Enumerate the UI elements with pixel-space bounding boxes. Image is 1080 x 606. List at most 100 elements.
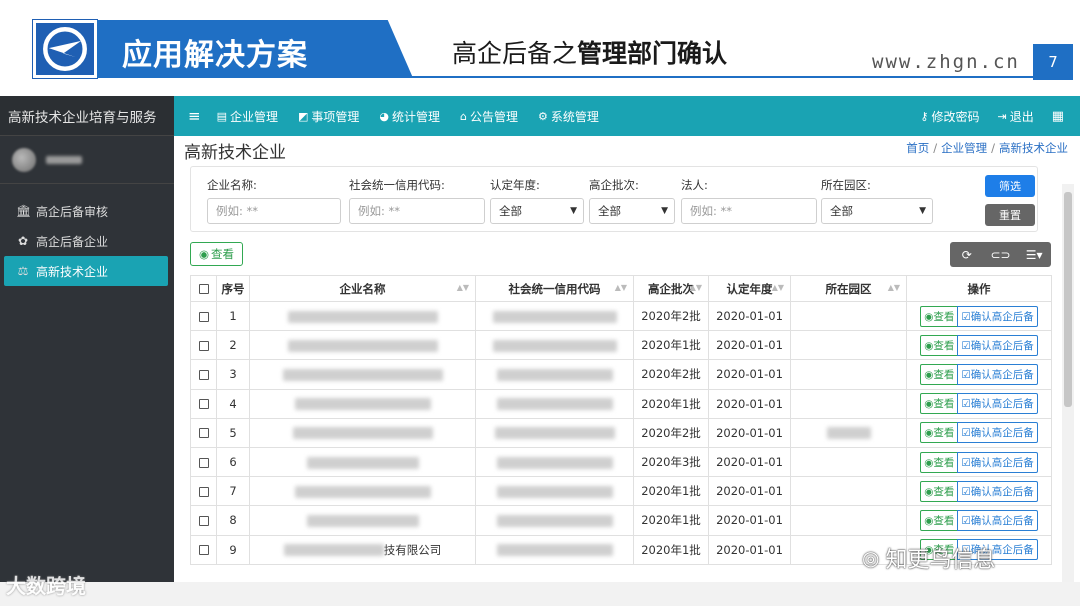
row-select-cell bbox=[190, 476, 217, 507]
col-header-park[interactable]: 所在园区 ▲▼ bbox=[790, 275, 907, 302]
actions-cell: ◉查看 ☑确认高企后备 bbox=[906, 476, 1052, 507]
year-select[interactable]: 全部 ▼ bbox=[490, 198, 584, 224]
legal-person-input[interactable]: 例如: ** bbox=[681, 198, 817, 224]
table-row[interactable]: 2 2020年1批 2020-01-01 ◉查看 ☑确认高企后备 bbox=[190, 330, 1052, 361]
nav-company-management[interactable]: ▤ 企业管理 bbox=[217, 108, 278, 125]
row-view-button[interactable]: ◉查看 bbox=[920, 305, 959, 327]
table-row[interactable]: 3 2020年2批 2020-01-01 ◉查看 ☑确认高企后备 bbox=[190, 359, 1052, 390]
credit-code-blurred bbox=[496, 514, 613, 527]
company-name-input[interactable]: 例如: ** bbox=[207, 198, 341, 224]
nav-matter-management[interactable]: ◩ 事项管理 bbox=[298, 108, 359, 125]
row-confirm-label: 确认高企后备 bbox=[970, 456, 1034, 469]
sidebar-item-backup-review[interactable]: 🏛 高企后备审核 bbox=[0, 196, 174, 226]
row-view-button[interactable]: ◉查看 bbox=[920, 363, 959, 385]
slide-url: www.zhgn.cn bbox=[872, 51, 1020, 73]
row-confirm-button[interactable]: ☑确认高企后备 bbox=[957, 480, 1038, 502]
row-checkbox[interactable] bbox=[198, 369, 209, 380]
company-name-cell bbox=[249, 417, 476, 448]
table-row[interactable]: 6 2020年3批 2020-01-01 ◉查看 ☑确认高企后备 bbox=[190, 446, 1052, 478]
nav-label: 修改密码 bbox=[931, 109, 980, 124]
col-header-actions: 操作 bbox=[906, 275, 1052, 302]
col-header-credit-code[interactable]: 社会统一信用代码 ▲▼ bbox=[475, 275, 634, 302]
table-row[interactable]: 8 2020年1批 2020-01-01 ◉查看 ☑确认高企后备 bbox=[190, 505, 1052, 536]
select-all-checkbox[interactable] bbox=[198, 284, 209, 294]
row-view-button[interactable]: ◉查看 bbox=[920, 393, 959, 415]
row-confirm-button[interactable]: ☑确认高企后备 bbox=[957, 305, 1038, 327]
row-view-label: 查看 bbox=[933, 368, 955, 381]
row-checkbox[interactable] bbox=[198, 428, 209, 439]
row-confirm-button[interactable]: ☑确认高企后备 bbox=[957, 393, 1038, 415]
table-row[interactable]: 4 2020年1批 2020-01-01 ◉查看 ☑确认高企后备 bbox=[190, 388, 1052, 419]
row-confirm-button[interactable]: ☑确认高企后备 bbox=[957, 422, 1038, 444]
col-header-label: 企业名称 bbox=[339, 281, 386, 296]
col-header-year[interactable]: 认定年度 ▲▼ bbox=[708, 275, 791, 302]
breadcrumb-company-management[interactable]: 企业管理 bbox=[941, 141, 987, 155]
row-confirm-button[interactable]: ☑确认高企后备 bbox=[957, 363, 1038, 385]
batch-cell: 2020年2批 bbox=[633, 300, 709, 332]
columns-dropdown-icon[interactable]: ☰▾ bbox=[1017, 248, 1051, 262]
year-cell: 2020-01-01 bbox=[708, 300, 791, 332]
watermark-right: ◎ 知更鸟信息 bbox=[862, 542, 995, 574]
toggle-icon[interactable]: ⊂⊃ bbox=[984, 248, 1018, 262]
change-password-link[interactable]: ⚷ 修改密码 bbox=[920, 108, 979, 125]
nav-label: 公告管理 bbox=[470, 109, 519, 124]
menu-toggle-icon[interactable]: ≡ bbox=[188, 107, 201, 125]
batch-select[interactable]: 全部 ▼ bbox=[589, 198, 675, 224]
reset-button[interactable]: 重置 bbox=[985, 204, 1035, 226]
row-checkbox[interactable] bbox=[198, 399, 209, 410]
logout-link[interactable]: ⇥ 退出 bbox=[997, 108, 1033, 125]
row-view-button[interactable]: ◉查看 bbox=[920, 451, 959, 473]
credit-code-cell bbox=[475, 359, 634, 390]
col-header-company-name[interactable]: 企业名称 ▲▼ bbox=[249, 275, 476, 302]
bank-icon: 🏛 bbox=[16, 204, 32, 218]
breadcrumb-home[interactable]: 首页 bbox=[906, 141, 929, 155]
scrollbar-thumb[interactable] bbox=[1064, 192, 1072, 407]
col-header-no[interactable]: 序号 bbox=[216, 275, 250, 302]
credit-code-cell bbox=[475, 534, 634, 565]
row-checkbox[interactable] bbox=[198, 545, 209, 556]
row-checkbox[interactable] bbox=[198, 457, 209, 468]
table-row[interactable]: 7 2020年1批 2020-01-01 ◉查看 ☑确认高企后备 bbox=[190, 476, 1052, 507]
row-checkbox[interactable] bbox=[198, 311, 209, 322]
row-view-button[interactable]: ◉查看 bbox=[920, 509, 959, 531]
view-button[interactable]: ◉ 查看 bbox=[190, 242, 243, 266]
row-view-button[interactable]: ◉查看 bbox=[920, 422, 959, 444]
refresh-icon[interactable]: ⟳ bbox=[950, 248, 984, 262]
row-confirm-button[interactable]: ☑确认高企后备 bbox=[957, 509, 1038, 531]
filter-panel: 企业名称: 例如: ** 社会统一信用代码: 例如: ** 认定年度: 全部 ▼… bbox=[190, 166, 1038, 232]
row-confirm-label: 确认高企后备 bbox=[970, 339, 1034, 352]
park-select[interactable]: 全部 ▼ bbox=[821, 198, 933, 224]
bird-logo-icon bbox=[43, 27, 87, 71]
nav-right: ⚷ 修改密码 ⇥ 退出 ▦ bbox=[920, 108, 1080, 125]
table-row[interactable]: 5 2020年2批 2020-01-01 ◉查看 ☑确认高企后备 bbox=[190, 417, 1052, 448]
chevron-down-icon: ▼ bbox=[661, 206, 668, 216]
nav-system-management[interactable]: ⚙ 系统管理 bbox=[538, 108, 599, 125]
nav-notice-management[interactable]: ⌂ 公告管理 bbox=[460, 108, 518, 125]
row-view-button[interactable]: ◉查看 bbox=[920, 480, 959, 502]
credit-code-blurred bbox=[496, 456, 613, 469]
nav-stats-management[interactable]: ◕ 统计管理 bbox=[379, 108, 440, 125]
row-confirm-button[interactable]: ☑确认高企后备 bbox=[957, 334, 1038, 356]
credit-code-input[interactable]: 例如: ** bbox=[349, 198, 485, 224]
balance-scale-icon: ⚖ bbox=[17, 264, 29, 278]
wechat-icon: ◎ bbox=[862, 546, 880, 570]
row-checkbox[interactable] bbox=[198, 340, 209, 351]
sidebar-item-backup-companies[interactable]: ✿ 高企后备企业 bbox=[0, 226, 174, 256]
row-checkbox[interactable] bbox=[198, 515, 209, 526]
col-header-batch[interactable]: 高企批次 ▲▼ bbox=[633, 275, 709, 302]
slide-title: 应用解决方案 bbox=[122, 38, 308, 73]
row-checkbox[interactable] bbox=[198, 486, 209, 497]
eye-icon: ◉ bbox=[924, 310, 934, 323]
company-name-blurred bbox=[287, 339, 438, 352]
sidebar-item-hightech-companies[interactable]: ⚖ 高新技术企业 bbox=[4, 256, 168, 286]
col-header-label: 认定年度 bbox=[726, 281, 773, 296]
grid-menu-icon[interactable]: ▦ bbox=[1052, 109, 1064, 124]
table-row[interactable]: 1 2020年2批 2020-01-01 ◉查看 ☑确认高企后备 bbox=[190, 300, 1052, 332]
user-info bbox=[0, 136, 174, 184]
filter-button[interactable]: 筛选 bbox=[985, 175, 1035, 197]
breadcrumb-current[interactable]: 高新技术企业 bbox=[999, 141, 1068, 155]
row-confirm-button[interactable]: ☑确认高企后备 bbox=[957, 451, 1038, 473]
row-view-button[interactable]: ◉查看 bbox=[920, 334, 959, 356]
row-confirm-label: 确认高企后备 bbox=[970, 310, 1034, 323]
check-square-icon: ☑ bbox=[961, 368, 971, 381]
